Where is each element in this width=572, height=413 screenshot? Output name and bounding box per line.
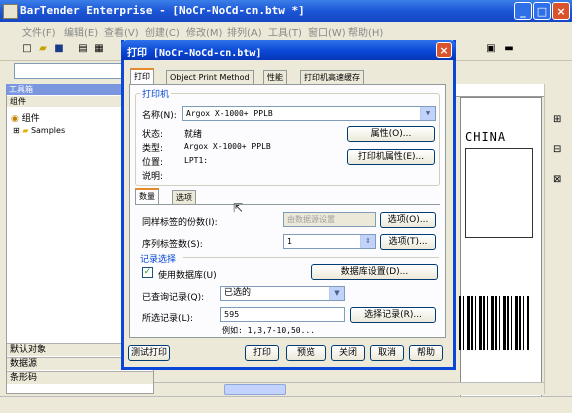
selected-records-label: 所选记录(L): [142,314,194,324]
subtab-divider [135,204,440,205]
query-label: 已查询记录(Q): [142,293,205,303]
menu-tools[interactable]: 工具(T) [268,24,302,39]
subtab-options[interactable]: 选项 [172,190,196,204]
minimize-button[interactable]: _ [514,2,532,20]
printer-name-value: Argox X-1000+ PPLB [186,109,273,118]
test-print-button[interactable]: 测试打印 [128,345,170,361]
query-value: 已选的 [224,288,252,298]
menu-help[interactable]: 帮助(H) [348,24,383,39]
menu-create[interactable]: 创建(C) [145,24,180,39]
use-database-label: 使用数据库(U) [158,271,217,281]
status-value: 就绪 [184,130,203,140]
spin-arrows-icon[interactable]: ⇕ [360,235,375,248]
use-database-checkbox[interactable]: ✓ [142,267,153,278]
tree-root-label: 组件 [21,114,40,124]
type-value: Argox X-1000+ PPLB [184,142,271,151]
label-text-china[interactable]: CHINA [465,130,506,144]
horizontal-ruler [456,84,544,97]
copies-options-button[interactable]: 选项(O)... [380,212,436,228]
scroll-thumb[interactable] [224,384,286,395]
menu-arrange[interactable]: 排列(A) [227,24,262,39]
close-button[interactable]: × [552,2,570,20]
print-icon[interactable]: ▤ [76,42,90,56]
serial-options-button[interactable]: 选项(T)... [380,234,436,250]
preview-button[interactable]: 预览 [286,345,326,361]
new-file-icon[interactable]: □ [20,42,34,56]
menu-window[interactable]: 窗口(W) [308,24,346,39]
printer-properties-button[interactable]: 打印机属性(E)... [347,149,435,165]
font-name-input[interactable] [14,63,124,79]
serial-label: 序列标签数(S): [142,240,203,250]
open-folder-icon[interactable]: ▰ [36,42,50,56]
chevron-down-icon[interactable]: ▼ [329,287,344,300]
record-group-line [183,257,439,258]
label-canvas[interactable]: CHINA [459,97,542,397]
mouse-cursor-icon: ⇱ [233,201,244,215]
type-label: 类型: [142,144,164,154]
print-dialog-title: 打印 [NoCr-NoCd-cn.btw] [127,48,262,59]
expand-icon[interactable]: ⊞ [13,126,20,135]
tab-print[interactable]: 打印 [130,68,154,84]
menu-view[interactable]: 查看(V) [104,24,139,39]
tab-object-print-method[interactable]: Object Print Method [166,70,254,84]
print-dialog-titlebar: 打印 [NoCr-NoCd-cn.btw] × [121,40,456,60]
tab-performance[interactable]: 性能 [263,70,287,84]
align-icon[interactable]: ⊞ [553,114,561,125]
status-bar [0,396,572,413]
properties-button[interactable]: 属性(O)... [347,126,435,142]
location-label: 位置: [142,158,164,168]
save-icon[interactable]: ■ [52,42,66,56]
query-select[interactable]: 已选的 ▼ [220,286,345,301]
printer-name-label: 名称(N): [142,111,177,121]
example-hint: 例如: 1,3,7-10,50... [222,326,316,335]
select-records-button[interactable]: 选择记录(R)... [350,307,436,323]
toolbar-right-icon[interactable]: ▣ [484,42,498,56]
printer-group-label: 打印机 [140,87,172,100]
align-icon-2[interactable]: ⊟ [553,144,561,155]
maximize-button[interactable]: □ [533,2,551,20]
record-group-label: 记录选择 [140,255,177,265]
printer-name-select[interactable]: Argox X-1000+ PPLB ▼ [182,106,436,121]
copies-field: 由数据源设置 [283,212,376,227]
location-value: LPT1: [184,156,209,165]
barcode-image[interactable] [459,296,529,350]
tree-root[interactable]: ◉ 组件 [11,111,40,124]
print-button[interactable]: 打印 [245,345,279,361]
tree-item-label: Samples [30,126,66,135]
align-icon-3[interactable]: ⊠ [553,174,561,185]
serial-stepper[interactable]: 1 ⇕ [283,234,376,249]
comment-label: 说明: [142,172,164,182]
dialog-close-button[interactable]: × [436,42,452,58]
cancel-button[interactable]: 取消 [370,345,404,361]
app-title: BarTender Enterprise - [NoCr-NoCd-cn.btw… [20,4,305,17]
menu-modify[interactable]: 修改(M) [186,24,222,39]
folder-icon: ▰ [22,126,29,135]
tree-item-samples[interactable]: ⊞ ▰ Samples [13,126,65,135]
app-titlebar: BarTender Enterprise - [NoCr-NoCd-cn.btw… [0,0,572,22]
copies-label: 同样标签的份数(I): [142,218,218,228]
database-setup-button[interactable]: 数据库设置(D)... [311,264,438,280]
label-frame[interactable] [465,148,533,238]
pane-tab-barcodes[interactable]: 条形码 [7,371,153,384]
right-toolbar: ⊞ ⊟ ⊠ [544,84,572,394]
tab-printer-cache[interactable]: 打印机高速缓存 [300,70,364,84]
subtab-quantity[interactable]: 数量 [135,188,159,204]
selected-records-input[interactable]: 595 [220,307,345,322]
horizontal-scrollbar[interactable] [154,382,544,395]
bartender-app-icon [3,4,18,19]
toolbar-right-icon-2[interactable]: ▬ [502,42,516,56]
component-icon: ◉ [11,114,19,124]
grid-icon[interactable]: ▦ [92,42,106,56]
serial-value: 1 [287,237,293,246]
help-button[interactable]: 帮助 [409,345,443,361]
chevron-down-icon[interactable]: ▼ [420,107,435,120]
menu-file[interactable]: 文件(F) [22,24,56,39]
close-dialog-button[interactable]: 关闭 [331,345,365,361]
menu-bar: 文件(F) 编辑(E) 查看(V) 创建(C) 修改(M) 排列(A) 工具(T… [0,22,572,39]
menu-edit[interactable]: 编辑(E) [64,24,98,39]
status-label: 状态: [142,130,164,140]
